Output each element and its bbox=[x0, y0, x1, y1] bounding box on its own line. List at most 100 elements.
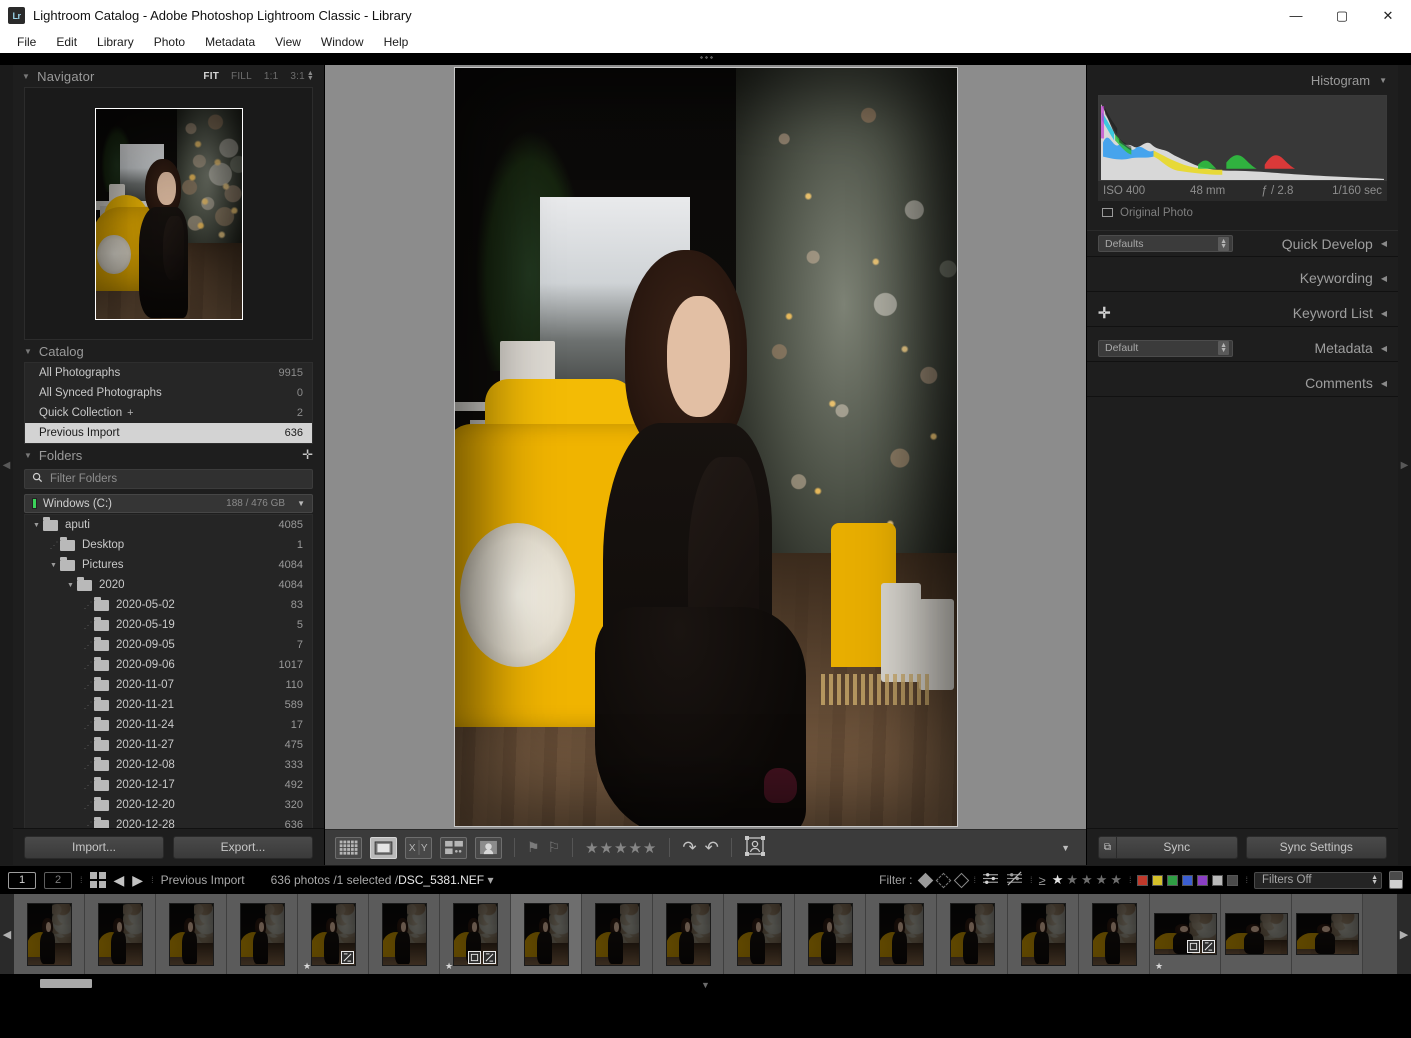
catalog-item-quick-collection[interactable]: Quick Collection +2 bbox=[25, 403, 312, 423]
flag-reject-diamond-icon[interactable] bbox=[953, 872, 969, 888]
flag-pick-icon[interactable]: ⚑ bbox=[527, 839, 540, 856]
folder-leaf-icon[interactable]: ⋰ bbox=[81, 760, 94, 771]
folder-row-desktop[interactable]: ⋰ Desktop 1 bbox=[25, 535, 312, 555]
filmstrip-cell[interactable] bbox=[1292, 894, 1363, 974]
folder-row-2020-09-06[interactable]: ⋰ 2020-09-06 1017 bbox=[25, 655, 312, 675]
panel-section-twisty-icon[interactable]: ◀ bbox=[1381, 309, 1387, 318]
filmstrip-toggle-icon[interactable] bbox=[1389, 871, 1403, 889]
folder-twisty-icon[interactable]: ▼ bbox=[30, 522, 43, 529]
filmstrip-thumbnail[interactable] bbox=[665, 902, 711, 966]
next-photo-arrow[interactable]: ▶ bbox=[132, 872, 143, 889]
folder-leaf-icon[interactable]: ⋰ bbox=[81, 640, 94, 651]
sync-settings-button[interactable]: Sync Settings bbox=[1245, 835, 1387, 859]
folder-leaf-icon[interactable]: ⋰ bbox=[81, 620, 94, 631]
panel-section-keywording[interactable]: Keywording ◀ bbox=[1087, 265, 1398, 292]
catalog-header[interactable]: ▼ Catalog bbox=[13, 340, 324, 362]
navigator-mode-1-1[interactable]: 1:1 bbox=[264, 71, 279, 82]
panel-section-twisty-icon[interactable]: ◀ bbox=[1381, 274, 1387, 283]
rotate-left-icon[interactable]: ↶ bbox=[705, 838, 719, 858]
filmstrip-thumbnail[interactable] bbox=[452, 902, 498, 966]
filmstrip-thumbnail[interactable] bbox=[310, 902, 356, 966]
image-stage[interactable] bbox=[325, 65, 1086, 829]
filmstrip-cell[interactable] bbox=[724, 894, 795, 974]
filmstrip-cell[interactable] bbox=[582, 894, 653, 974]
filmstrip-cell[interactable] bbox=[937, 894, 1008, 974]
flag-pick-diamond-icon[interactable] bbox=[917, 872, 933, 888]
navigator-mode-fill[interactable]: FILL bbox=[231, 71, 252, 82]
filmstrip-thumbnail[interactable] bbox=[1091, 902, 1137, 966]
add-keyword-icon[interactable]: ✛ bbox=[1098, 304, 1111, 322]
filmstrip-cell[interactable]: ★ bbox=[440, 894, 511, 974]
color-label-swatch-7[interactable] bbox=[1227, 874, 1239, 886]
menu-library[interactable]: Library bbox=[88, 33, 143, 51]
rating-filter[interactable]: ≥ ★ ★ ★ ★ ★ bbox=[1039, 872, 1122, 888]
left-panel-collapse-arrow[interactable]: ◀ bbox=[0, 65, 13, 865]
filmstrip-cell[interactable]: ★ bbox=[1150, 894, 1221, 974]
navigator-header[interactable]: ▼ Navigator FIT FILL 1:1 3:1 ▲ ▼ bbox=[13, 65, 324, 87]
folder-twisty-icon[interactable]: ▼ bbox=[64, 582, 77, 589]
navigator-stepper-icon[interactable]: ▲ ▼ bbox=[307, 70, 314, 82]
menu-metadata[interactable]: Metadata bbox=[196, 33, 264, 51]
panel-section-twisty-icon[interactable]: ◀ bbox=[1381, 239, 1387, 248]
filmstrip-thumbnail[interactable] bbox=[594, 902, 640, 966]
panel-section-comments[interactable]: Comments ◀ bbox=[1087, 370, 1398, 397]
rating-filter-star-4[interactable]: ★ bbox=[1096, 872, 1108, 887]
filmstrip-scrollbar[interactable] bbox=[40, 979, 92, 988]
volume-caret-icon[interactable]: ▼ bbox=[297, 499, 305, 508]
preset-select-metadata[interactable]: Default ▲ ▼ bbox=[1098, 339, 1233, 357]
filmstrip-thumbnail[interactable] bbox=[807, 902, 853, 966]
filmstrip-thumbnail[interactable] bbox=[1153, 913, 1217, 955]
rating-filter-star-1[interactable]: ★ bbox=[1052, 872, 1064, 887]
color-label-swatch-5[interactable] bbox=[1197, 874, 1209, 886]
rating-filter-stars[interactable]: ★ ★ ★ ★ ★ bbox=[1049, 872, 1122, 888]
menu-photo[interactable]: Photo bbox=[145, 33, 194, 51]
color-label-swatch-1[interactable] bbox=[1137, 874, 1149, 886]
catalog-item-all-photographs[interactable]: All Photographs 9915 bbox=[25, 363, 312, 383]
folder-row-2020-12-20[interactable]: ⋰ 2020-12-20 320 bbox=[25, 795, 312, 815]
navigator-mode-3-1[interactable]: 3:1 bbox=[290, 71, 305, 82]
source-label[interactable]: Previous Import bbox=[161, 873, 245, 887]
histogram-twisty-icon[interactable]: ▼ bbox=[1379, 76, 1387, 85]
filmstrip-scroll-left[interactable]: ◀ bbox=[0, 894, 14, 974]
folder-twisty-icon[interactable]: ▼ bbox=[47, 562, 60, 569]
filmstrip-cell[interactable] bbox=[653, 894, 724, 974]
import-button[interactable]: Import... bbox=[24, 835, 164, 859]
folders-header[interactable]: ▼ Folders ✛ bbox=[13, 444, 324, 466]
filmstrip-collapse-caret[interactable]: ▼ bbox=[701, 980, 710, 990]
edited-icon[interactable] bbox=[982, 871, 999, 889]
filmstrip-cell[interactable] bbox=[227, 894, 298, 974]
color-label-swatch-4[interactable] bbox=[1182, 874, 1194, 886]
flag-unflag-diamond-icon[interactable] bbox=[935, 872, 951, 888]
histogram-graph[interactable] bbox=[1098, 95, 1387, 181]
folder-row-2020-11-07[interactable]: ⋰ 2020-11-07 110 bbox=[25, 675, 312, 695]
filmstrip-scroll-right[interactable]: ▶ bbox=[1397, 894, 1411, 974]
filmstrip-cell[interactable] bbox=[1008, 894, 1079, 974]
quick-collection-plus-icon[interactable]: + bbox=[127, 407, 133, 419]
sync-button[interactable]: Sync bbox=[1117, 835, 1238, 859]
filmstrip-thumbnail[interactable] bbox=[523, 902, 569, 966]
develop-badge-icon[interactable] bbox=[1201, 940, 1215, 953]
color-label-swatch-3[interactable] bbox=[1167, 874, 1179, 886]
sync-mode-icon[interactable]: ⧉ bbox=[1098, 835, 1117, 859]
rating-filter-star-3[interactable]: ★ bbox=[1081, 872, 1093, 887]
folder-leaf-icon[interactable]: ⋰ bbox=[47, 540, 60, 551]
panel-section-twisty-icon[interactable]: ◀ bbox=[1381, 344, 1387, 353]
loupe-view-icon[interactable] bbox=[370, 836, 397, 859]
people-view-icon[interactable] bbox=[475, 836, 502, 859]
panel-section-quick-develop[interactable]: Defaults ▲ ▼ Quick Develop ◀ bbox=[1087, 230, 1398, 257]
rating-filter-star-5[interactable]: ★ bbox=[1110, 872, 1122, 887]
export-button[interactable]: Export... bbox=[173, 835, 313, 859]
folder-leaf-icon[interactable]: ⋰ bbox=[81, 700, 94, 711]
preset-select-quick-develop[interactable]: Defaults ▲ ▼ bbox=[1098, 235, 1233, 252]
filter-folders-input[interactable]: Filter Folders bbox=[24, 469, 313, 489]
grid-toggle-icon[interactable] bbox=[89, 872, 106, 888]
folder-row-2020-12-08[interactable]: ⋰ 2020-12-08 333 bbox=[25, 755, 312, 775]
original-photo-checkbox-icon[interactable] bbox=[1102, 208, 1113, 217]
folder-row-pictures[interactable]: ▼ Pictures 4084 bbox=[25, 555, 312, 575]
panel-section-metadata[interactable]: Default ▲ ▼ Metadata ◀ bbox=[1087, 335, 1398, 362]
minimize-button[interactable]: — bbox=[1273, 0, 1319, 31]
filmstrip-thumbnail[interactable] bbox=[381, 902, 427, 966]
menu-view[interactable]: View bbox=[266, 33, 310, 51]
menu-file[interactable]: File bbox=[8, 33, 45, 51]
develop-badge-icon[interactable] bbox=[482, 950, 496, 964]
